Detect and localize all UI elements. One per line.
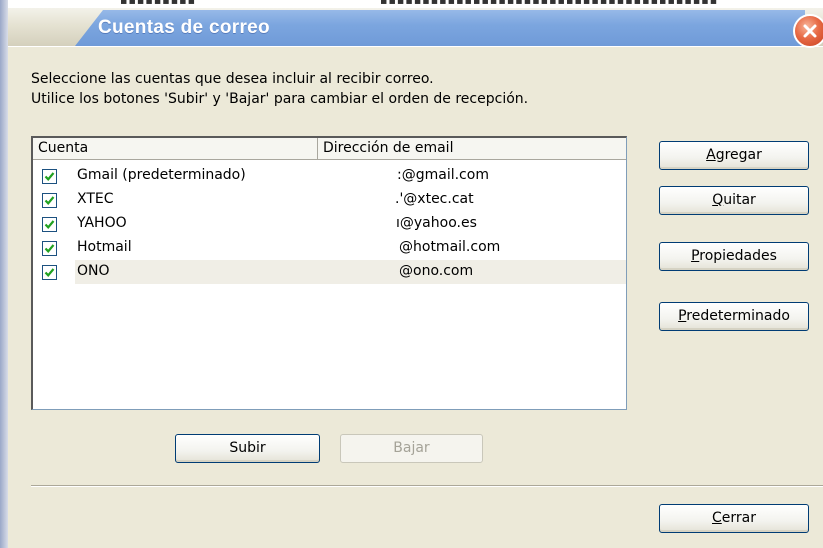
account-email: :@gmail.com (397, 167, 489, 183)
account-checkbox[interactable] (42, 217, 57, 232)
list-item[interactable]: ONO @ono.com (33, 260, 626, 284)
predeterminado-button[interactable]: Predeterminado (659, 302, 809, 331)
account-email: @hotmail.com (399, 239, 501, 255)
account-checkbox[interactable] (42, 265, 57, 280)
checkmark-icon (44, 268, 55, 277)
checkmark-icon (44, 244, 55, 253)
account-checkbox[interactable] (42, 169, 57, 184)
instructions-line-1: Seleccione las cuentas que desea incluir… (31, 71, 434, 87)
cerrar-button[interactable]: Cerrar (659, 504, 809, 533)
selection-highlight (75, 260, 626, 284)
list-item[interactable]: Hotmail @hotmail.com (33, 236, 626, 260)
checkmark-icon (44, 172, 55, 181)
account-name: ONO (77, 263, 110, 279)
account-email: .'@xtec.cat (395, 191, 474, 207)
checkmark-icon (44, 220, 55, 229)
title-divider (8, 46, 823, 47)
account-email: @ono.com (399, 263, 474, 279)
account-checkbox[interactable] (42, 241, 57, 256)
account-name: Gmail (predeterminado) (77, 167, 246, 183)
column-header-cuenta[interactable]: Cuenta (33, 138, 318, 160)
close-icon (803, 24, 817, 38)
window-title: Cuentas de correo (98, 17, 270, 38)
propiedades-button[interactable]: Propiedades (659, 242, 809, 271)
list-header: Cuenta Dirección de email (33, 138, 626, 160)
instructions-line-2: Utilice los botones 'Subir' y 'Bajar' pa… (31, 91, 529, 107)
close-button[interactable] (793, 14, 823, 48)
bajar-button: Bajar (340, 434, 483, 463)
separator (31, 485, 823, 487)
quitar-button[interactable]: Quitar (659, 186, 809, 215)
list-item[interactable]: Gmail (predeterminado) :@gmail.com (33, 164, 626, 188)
list-item[interactable]: XTEC .'@xtec.cat (33, 188, 626, 212)
account-name: Hotmail (77, 239, 132, 255)
account-name: XTEC (77, 191, 114, 207)
checkmark-icon (44, 196, 55, 205)
subir-button[interactable]: Subir (175, 434, 320, 463)
window-left-edge (0, 0, 8, 548)
list-item[interactable]: YAHOO ı@yahoo.es (33, 212, 626, 236)
accounts-list[interactable]: Cuenta Dirección de email Gmail (predete… (31, 136, 627, 410)
account-name: YAHOO (77, 215, 127, 231)
account-checkbox[interactable] (42, 193, 57, 208)
column-header-email[interactable]: Dirección de email (318, 138, 626, 160)
agregar-button[interactable]: Agregar (659, 141, 809, 170)
account-email: ı@yahoo.es (396, 215, 477, 231)
instructions: Seleccione las cuentas que desea incluir… (31, 69, 528, 109)
